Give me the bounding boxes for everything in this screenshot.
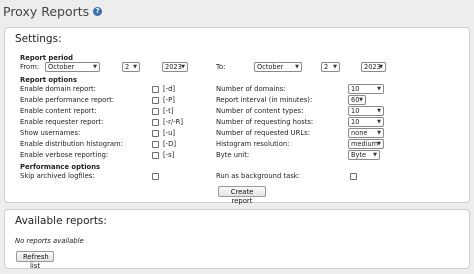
verbose-reporting-checkbox[interactable] <box>152 152 159 159</box>
requesting-hosts-select[interactable]: 10 ▼ <box>348 117 384 127</box>
domains-count-label: Number of domains: <box>216 85 286 93</box>
reports-heading: Available reports: <box>15 215 107 227</box>
content-report-label: Enable content report: <box>20 107 97 115</box>
chevron-down-icon: ▼ <box>373 152 377 158</box>
from-day-select[interactable]: 2 ▼ <box>122 62 140 72</box>
to-day-select[interactable]: 2 ▼ <box>321 62 340 72</box>
requested-urls-label: Number of requested URLs: <box>216 129 310 137</box>
verbose-reporting-label: Enable verbose reporting: <box>20 151 109 159</box>
title-bar: Proxy Reports ? <box>3 2 103 20</box>
requested-urls-select[interactable]: none ▼ <box>348 128 384 138</box>
settings-panel: Settings: Report period From: October ▼ 2… <box>4 27 470 205</box>
show-usernames-flag: [-u] <box>163 129 176 137</box>
content-report-flag: [-t] <box>163 107 174 115</box>
chevron-down-icon: ▼ <box>359 97 363 103</box>
domain-report-flag: [-d] <box>163 85 176 93</box>
chevron-down-icon: ▼ <box>377 130 381 136</box>
report-options-heading: Report options <box>20 76 78 84</box>
chevron-down-icon: ▼ <box>93 64 97 70</box>
requesting-hosts-label: Number of requesting hosts: <box>216 118 314 126</box>
refresh-list-button[interactable]: Refresh list <box>16 251 54 270</box>
byte-unit-select[interactable]: Byte ▼ <box>348 150 380 160</box>
skip-archived-checkbox[interactable] <box>152 173 159 180</box>
report-period-heading: Report period <box>20 54 74 62</box>
chevron-down-icon: ▼ <box>333 64 337 70</box>
distribution-histogram-label: Enable distribution histogram: <box>20 140 123 148</box>
chevron-down-icon: ▼ <box>377 108 381 114</box>
domain-report-label: Enable domain report: <box>20 85 96 93</box>
background-task-label: Run as background task: <box>216 172 301 180</box>
empty-reports-note: No reports available <box>15 237 84 245</box>
requester-report-label: Enable requester report: <box>20 118 104 126</box>
domains-count-select[interactable]: 10 ▼ <box>348 84 384 94</box>
to-month-select[interactable]: October ▼ <box>254 62 302 72</box>
content-report-checkbox[interactable] <box>152 108 159 115</box>
distribution-histogram-checkbox[interactable] <box>152 141 159 148</box>
histogram-resolution-select[interactable]: medium ▼ <box>348 139 384 149</box>
settings-heading: Settings: <box>15 33 62 45</box>
content-types-select[interactable]: 10 ▼ <box>348 106 384 116</box>
create-report-button[interactable]: Create report <box>218 186 266 205</box>
requester-report-checkbox[interactable] <box>152 119 159 126</box>
background-task-checkbox[interactable] <box>350 173 357 180</box>
help-icon[interactable]: ? <box>93 6 103 16</box>
from-year-select[interactable]: 2023 ▼ <box>162 62 188 72</box>
chevron-down-icon: ▼ <box>181 64 185 70</box>
from-label: From: <box>20 63 40 71</box>
from-month-select[interactable]: October ▼ <box>45 62 100 72</box>
chevron-down-icon: ▼ <box>295 64 299 70</box>
report-interval-select[interactable]: 60 ▼ <box>348 95 366 105</box>
skip-archived-label: Skip archived logfiles: <box>20 172 95 180</box>
to-year-select[interactable]: 2023 ▼ <box>361 62 386 72</box>
show-usernames-label: Show usernames: <box>20 129 81 137</box>
chevron-down-icon: ▼ <box>379 64 383 70</box>
show-usernames-checkbox[interactable] <box>152 130 159 137</box>
performance-options-heading: Performance options <box>20 163 101 171</box>
performance-report-checkbox[interactable] <box>152 97 159 104</box>
byte-unit-label: Byte unit: <box>216 151 250 159</box>
chevron-down-icon: ▼ <box>377 141 381 147</box>
histogram-resolution-label: Histogram resolution: <box>216 140 290 148</box>
report-interval-label: Report interval (in minutes): <box>216 96 313 104</box>
page-title: Proxy Reports <box>3 3 90 19</box>
chevron-down-icon: ▼ <box>133 64 137 70</box>
performance-report-label: Enable performance report: <box>20 96 115 104</box>
verbose-reporting-flag: [-s] <box>163 151 175 159</box>
reports-panel: Available reports: No reports available … <box>4 209 470 270</box>
content-types-label: Number of content types: <box>216 107 304 115</box>
chevron-down-icon: ▼ <box>377 86 381 92</box>
to-label: To: <box>216 63 226 71</box>
domain-report-checkbox[interactable] <box>152 86 159 93</box>
chevron-down-icon: ▼ <box>377 119 381 125</box>
performance-report-flag: [-P] <box>163 96 175 104</box>
requester-report-flag: [-r/-R] <box>163 118 184 126</box>
distribution-histogram-flag: [-D] <box>163 140 176 148</box>
